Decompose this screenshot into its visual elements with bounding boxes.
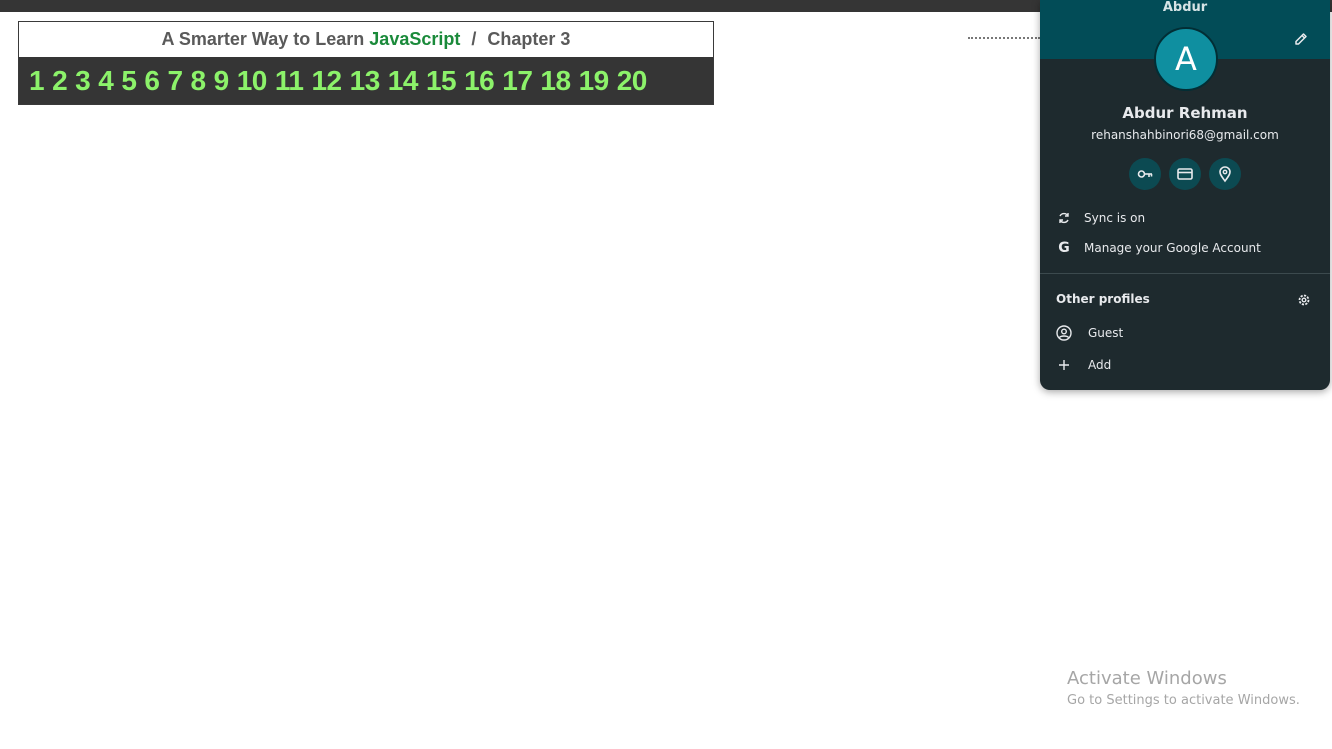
chapter-link[interactable]: 12 (311, 65, 342, 97)
chapter-link[interactable]: 1 (29, 65, 45, 97)
guest-person-icon (1056, 325, 1072, 341)
banner-name: Abdur (1162, 0, 1208, 15)
sync-label: Sync is on (1084, 211, 1146, 225)
chapter-link[interactable]: 14 (388, 65, 419, 97)
chapter-link[interactable]: 17 (502, 65, 533, 97)
chapter-link[interactable]: 2 (52, 65, 68, 97)
book-title: A Smarter Way to Learn (161, 29, 365, 49)
chapter-link[interactable]: 3 (75, 65, 91, 97)
add-profile-row[interactable]: Add (1040, 351, 1330, 379)
chapter-title: Chapter 3 (487, 29, 571, 49)
title-separator: / (471, 29, 477, 49)
chapter-link[interactable]: 16 (464, 65, 495, 97)
manage-account-label: Manage your Google Account (1084, 241, 1261, 255)
book-header: A Smarter Way to Learn JavaScript / Chap… (19, 22, 713, 56)
google-g-icon: G (1058, 240, 1070, 256)
chapter-link[interactable]: 8 (191, 65, 207, 97)
quick-actions (1129, 158, 1249, 190)
plus-icon (1056, 357, 1072, 373)
dotted-divider (968, 37, 1040, 41)
chapter-link[interactable]: 19 (579, 65, 610, 97)
chapter-link[interactable]: 11 (275, 65, 304, 97)
book-nav-panel: A Smarter Way to Learn JavaScript / Chap… (18, 21, 714, 105)
manage-account-row[interactable]: G Manage your Google Account (1040, 234, 1330, 262)
sync-icon (1056, 210, 1072, 226)
guest-profile-row[interactable]: Guest (1040, 319, 1330, 347)
chapter-link[interactable]: 9 (214, 65, 230, 97)
chapter-link[interactable]: 6 (144, 65, 160, 97)
gear-icon[interactable] (1296, 292, 1312, 308)
chapter-link[interactable]: 20 (617, 65, 648, 97)
credit-card-icon[interactable] (1169, 158, 1201, 190)
chapter-link[interactable]: 10 (237, 65, 268, 97)
other-profiles-title: Other profiles (1056, 292, 1150, 306)
profile-popup: Abdur A Abdur Rehman rehanshahbinori68@g… (1040, 0, 1330, 390)
profile-email: rehanshahbinori68@gmail.com (1091, 128, 1279, 142)
edit-pencil-icon[interactable] (1292, 30, 1310, 48)
section-divider (1040, 273, 1330, 274)
windows-activation-watermark: Activate Windows Go to Settings to activ… (1067, 668, 1300, 712)
chapter-link[interactable]: 13 (350, 65, 381, 97)
chapter-link[interactable]: 7 (167, 65, 183, 97)
watermark-title: Activate Windows (1067, 668, 1227, 689)
watermark-subtitle: Go to Settings to activate Windows. (1067, 693, 1300, 708)
guest-label: Guest (1088, 326, 1124, 340)
chapter-link-bar: 1 2 3 4 5 6 7 8 9 10 11 12 13 14 15 16 17 18 19 20 (19, 57, 713, 104)
book-title-accent: JavaScript (369, 29, 461, 49)
location-pin-icon[interactable] (1209, 158, 1241, 190)
add-label: Add (1088, 358, 1112, 372)
chapter-link[interactable]: 15 (426, 65, 457, 97)
avatar[interactable]: A (1154, 27, 1218, 91)
chapter-link[interactable]: 5 (121, 65, 137, 97)
chapter-link[interactable]: 4 (98, 65, 114, 97)
profile-full-name: Abdur Rehman (1122, 104, 1248, 122)
key-icon[interactable] (1129, 158, 1161, 190)
chapter-link[interactable]: 18 (540, 65, 571, 97)
sync-status-row[interactable]: Sync is on (1040, 204, 1330, 232)
